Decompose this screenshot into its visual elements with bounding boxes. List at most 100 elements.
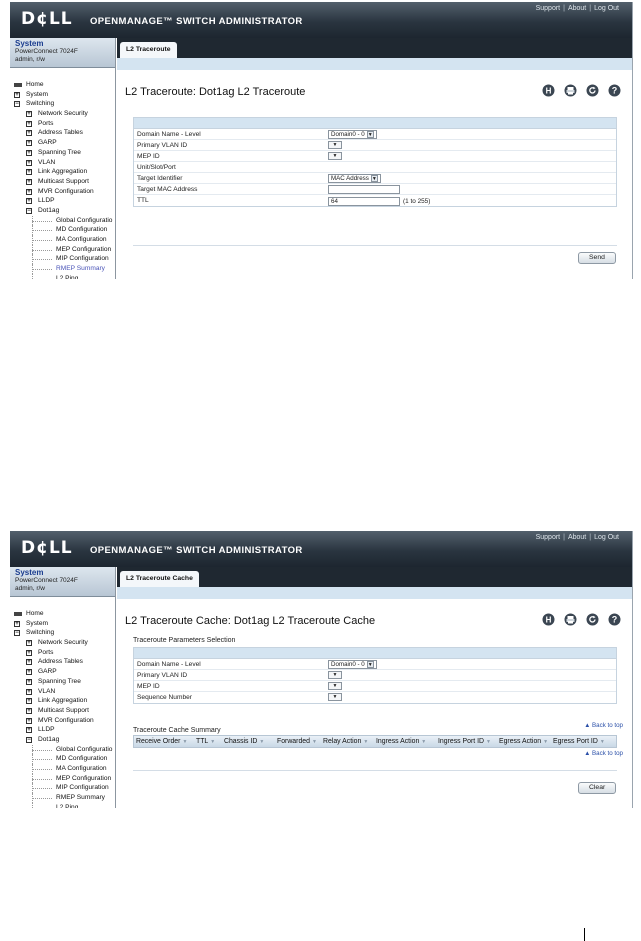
collapse-minus-icon[interactable]: − <box>26 207 32 214</box>
target-identifier-select[interactable]: MAC Address ▼ <box>328 174 381 183</box>
expand-plus-icon[interactable]: + <box>26 188 32 195</box>
nav-item-global-configuratio[interactable]: Global Configuratio <box>10 744 115 755</box>
expand-plus-icon[interactable]: + <box>26 111 32 118</box>
print-icon[interactable] <box>562 611 579 628</box>
nav-item-global-configuratio[interactable]: Global Configuratio <box>10 215 115 226</box>
nav-item-ports[interactable]: + Ports <box>10 648 115 658</box>
nav-item-spanning-tree[interactable]: + Spanning Tree <box>10 677 115 687</box>
nav-item-multicast-support[interactable]: + Multicast Support <box>10 177 115 187</box>
column-header-forwarded[interactable]: Forwarded ▼ <box>275 736 321 747</box>
column-header-egress-action[interactable]: Egress Action ▼ <box>497 736 551 747</box>
refresh-icon[interactable] <box>584 611 601 628</box>
tab-l2-traceroute-cache[interactable]: L2 Traceroute Cache <box>120 571 199 587</box>
domain-name-level-select[interactable]: Domain0 - 0 ▼ <box>328 130 377 139</box>
expand-plus-icon[interactable]: + <box>26 727 32 734</box>
primary-vlan-id-select[interactable]: ▼ <box>328 671 342 679</box>
nav-item-mvr-configuration[interactable]: + MVR Configuration <box>10 187 115 197</box>
logout-link[interactable]: Log Out <box>594 5 619 12</box>
expand-plus-icon[interactable]: + <box>26 640 32 647</box>
nav-item-multicast-support[interactable]: + Multicast Support <box>10 706 115 716</box>
nav-item-spanning-tree[interactable]: + Spanning Tree <box>10 148 115 158</box>
expand-plus-icon[interactable]: + <box>26 717 32 724</box>
nav-item-link-aggregation[interactable]: + Link Aggregation <box>10 696 115 706</box>
back-to-top-link[interactable]: ▲ Back to top <box>584 750 623 757</box>
nav-item-address-tables[interactable]: + Address Tables <box>10 128 115 138</box>
nav-item-mep-configuration[interactable]: MEP Configuration <box>10 773 115 784</box>
nav-item-mip-configuration[interactable]: MIP Configuration <box>10 254 115 265</box>
nav-item-switching[interactable]: − Switching <box>10 628 115 638</box>
expand-plus-icon[interactable]: + <box>26 678 32 685</box>
domain-name-level-select[interactable]: Domain0 - 0 ▼ <box>328 660 377 669</box>
expand-plus-icon[interactable]: + <box>26 120 32 127</box>
nav-item-ports[interactable]: + Ports <box>10 119 115 129</box>
expand-plus-icon[interactable]: + <box>14 620 20 627</box>
column-header-egress-port-id[interactable]: Egress Port ID ▼ <box>551 736 609 747</box>
help-icon[interactable]: ? <box>606 82 623 99</box>
nav-item-l2-ping[interactable]: L2 Ping <box>10 273 115 279</box>
logout-link[interactable]: Log Out <box>594 534 619 541</box>
nav-item-md-configuration[interactable]: MD Configuration <box>10 754 115 764</box>
nav-item-home[interactable]: Home <box>10 609 115 619</box>
nav-item-vlan[interactable]: + VLAN <box>10 158 115 168</box>
help-icon[interactable]: ? <box>606 611 623 628</box>
nav-item-garp[interactable]: + GARP <box>10 138 115 148</box>
system-name[interactable]: System <box>15 40 110 48</box>
nav-item-switching[interactable]: − Switching <box>10 99 115 109</box>
expand-plus-icon[interactable]: + <box>26 649 32 656</box>
expand-plus-icon[interactable]: + <box>26 688 32 695</box>
column-header-ttl[interactable]: TTL ▼ <box>194 736 222 747</box>
expand-plus-icon[interactable]: + <box>26 198 32 205</box>
ttl-input[interactable]: 64 <box>328 197 400 206</box>
nav-item-system[interactable]: + System <box>10 90 115 100</box>
nav-item-l2-ping[interactable]: L2 Ping <box>10 802 115 808</box>
column-header-ingress-port-id[interactable]: Ingress Port ID ▼ <box>436 736 497 747</box>
expand-plus-icon[interactable]: + <box>26 159 32 166</box>
mep-id-select[interactable]: ▼ <box>328 152 342 160</box>
nav-item-ma-configuration[interactable]: MA Configuration <box>10 235 115 245</box>
expand-plus-icon[interactable]: + <box>26 140 32 147</box>
nav-item-rmep-summary[interactable]: RMEP Summary <box>10 793 115 803</box>
print-icon[interactable] <box>562 82 579 99</box>
nav-item-system[interactable]: + System <box>10 619 115 629</box>
expand-plus-icon[interactable]: + <box>26 130 32 137</box>
nav-item-mep-configuration[interactable]: MEP Configuration <box>10 244 115 255</box>
nav-item-dot1ag[interactable]: − Dot1ag <box>10 206 115 216</box>
clear-button[interactable]: Clear <box>578 782 617 794</box>
expand-plus-icon[interactable]: + <box>26 178 32 185</box>
send-button[interactable]: Send <box>578 252 616 264</box>
column-header-relay-action[interactable]: Relay Action ▼ <box>321 736 374 747</box>
nav-item-dot1ag[interactable]: − Dot1ag <box>10 735 115 745</box>
column-header-receive-order[interactable]: Receive Order ▼ <box>134 736 194 747</box>
nav-item-lldp[interactable]: + LLDP <box>10 725 115 735</box>
nav-item-address-tables[interactable]: + Address Tables <box>10 657 115 667</box>
nav-item-lldp[interactable]: + LLDP <box>10 196 115 206</box>
sequence-number-select[interactable]: ▼ <box>328 693 342 701</box>
back-to-top-link[interactable]: ▲ Back to top <box>584 722 623 729</box>
collapse-minus-icon[interactable]: − <box>14 101 20 108</box>
save-icon[interactable]: H <box>540 611 557 628</box>
nav-item-rmep-summary[interactable]: RMEP Summary <box>10 264 115 274</box>
primary-vlan-id-select[interactable]: ▼ <box>328 141 342 149</box>
column-header-ingress-action[interactable]: Ingress Action ▼ <box>374 736 436 747</box>
expand-plus-icon[interactable]: + <box>26 659 32 666</box>
support-link[interactable]: Support <box>536 5 561 12</box>
refresh-icon[interactable] <box>584 82 601 99</box>
target-mac-address-input[interactable] <box>328 185 400 194</box>
home-icon[interactable] <box>14 83 22 87</box>
about-link[interactable]: About <box>568 5 586 12</box>
expand-plus-icon[interactable]: + <box>26 698 32 705</box>
save-icon[interactable]: H <box>540 82 557 99</box>
nav-item-network-security[interactable]: + Network Security <box>10 109 115 119</box>
support-link[interactable]: Support <box>536 534 561 541</box>
expand-plus-icon[interactable]: + <box>26 707 32 714</box>
mep-id-select[interactable]: ▼ <box>328 682 342 690</box>
nav-item-md-configuration[interactable]: MD Configuration <box>10 225 115 235</box>
expand-plus-icon[interactable]: + <box>14 91 20 98</box>
nav-item-home[interactable]: Home <box>10 80 115 90</box>
collapse-minus-icon[interactable]: − <box>26 736 32 743</box>
home-icon[interactable] <box>14 612 22 616</box>
nav-item-vlan[interactable]: + VLAN <box>10 687 115 697</box>
expand-plus-icon[interactable]: + <box>26 669 32 676</box>
about-link[interactable]: About <box>568 534 586 541</box>
collapse-minus-icon[interactable]: − <box>14 630 20 637</box>
